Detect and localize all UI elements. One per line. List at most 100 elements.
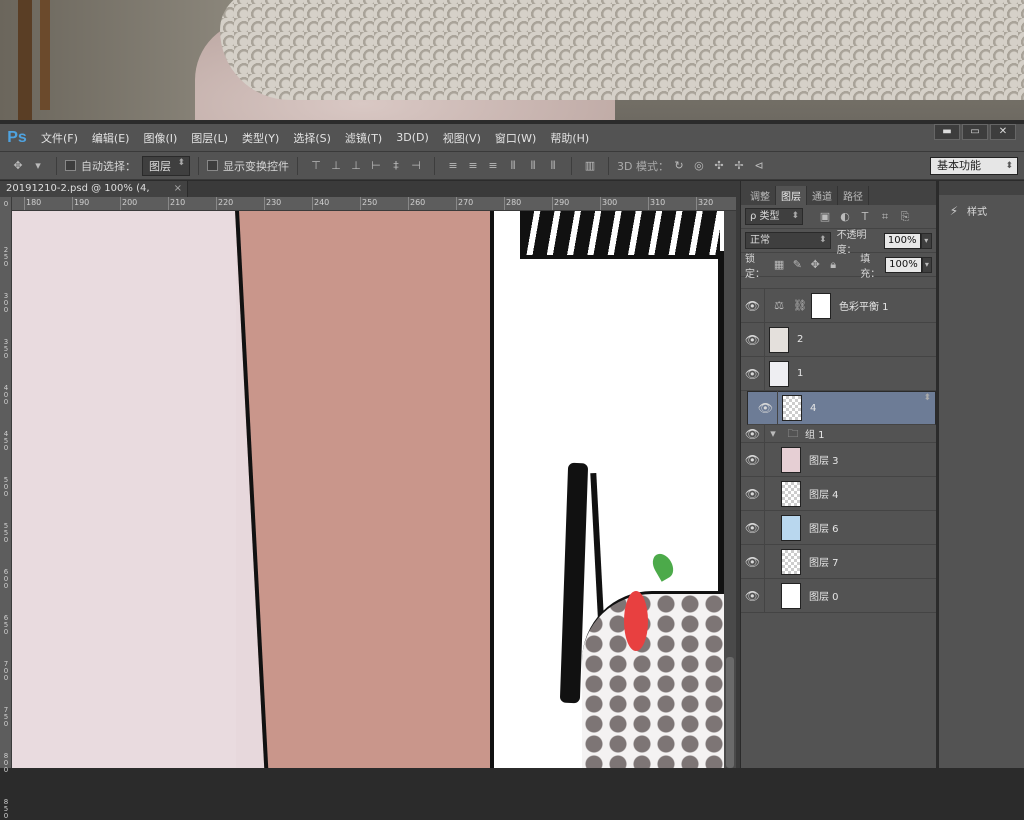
restore-button[interactable]: ▭ — [962, 124, 988, 140]
tab-layers[interactable]: 图层 — [776, 186, 807, 205]
tab-adjustments[interactable]: 调整 — [745, 186, 776, 205]
layer-name: 组 1 — [805, 430, 825, 441]
auto-select-label: 自动选择： — [81, 159, 136, 173]
visibility-eye-icon[interactable]: 👁︎ — [741, 476, 765, 511]
distribute-bottom-icon[interactable]: ≡ — [487, 159, 499, 172]
tab-paths[interactable]: 路径 — [838, 186, 869, 205]
visibility-eye-icon[interactable]: 👁︎ — [741, 424, 765, 443]
layer-thumbnail — [781, 480, 801, 507]
menu-file[interactable]: 文件(F) — [34, 130, 85, 146]
visibility-eye-icon[interactable]: 👁︎ — [741, 544, 765, 579]
filter-smart-object-icon[interactable]: ⎘ — [899, 210, 911, 223]
fill-input[interactable]: 100% — [885, 256, 922, 273]
show-transform-checkbox[interactable] — [207, 160, 218, 171]
distribute-hcenter-icon[interactable]: ⫴ — [527, 159, 539, 172]
layer-row-layer7[interactable]: 👁︎ 图层 7 — [741, 544, 936, 579]
layer-group-row[interactable]: 👁︎ ▾ 🗀 组 1 — [741, 424, 936, 443]
visibility-eye-icon[interactable]: 👁︎ — [741, 510, 765, 545]
roll-3d-icon[interactable]: ◎ — [693, 159, 705, 172]
visibility-eye-icon[interactable]: 👁︎ — [741, 356, 765, 391]
layer-row-layer4[interactable]: 👁︎ 图层 4 — [741, 476, 936, 511]
ruler-tick-label: 310 — [650, 198, 666, 207]
filter-pixel-icon[interactable]: ▣ — [819, 210, 831, 223]
blend-mode-dropdown[interactable]: 正常 — [745, 232, 831, 249]
layer-name: 1 — [797, 368, 804, 379]
menu-type[interactable]: 类型(Y) — [235, 130, 286, 146]
align-left-icon[interactable]: ⊢ — [370, 159, 382, 172]
scrollbar-thumb[interactable] — [726, 657, 734, 768]
layer-row-1[interactable]: 👁︎ 1 — [741, 356, 936, 391]
layer-row-layer3[interactable]: 👁︎ 图层 3 — [741, 442, 936, 477]
styles-button[interactable]: ⚡ 样式 — [947, 203, 1024, 219]
fill-stepper[interactable]: ▾ — [921, 256, 933, 273]
layer-row-color-balance[interactable]: 👁︎ ⚖ ⛓ 色彩平衡 1 — [741, 288, 936, 323]
drag-3d-icon[interactable]: ✣ — [713, 159, 725, 172]
auto-align-icon[interactable]: ▥ — [584, 159, 596, 172]
distribute-vcenter-icon[interactable]: ≡ — [467, 159, 479, 172]
show-transform-label: 显示变换控件 — [223, 159, 289, 173]
menu-help[interactable]: 帮助(H) — [543, 130, 596, 146]
visibility-eye-icon[interactable]: 👁︎ — [741, 288, 765, 323]
layer-name: 4 — [810, 402, 817, 414]
ruler-tick — [696, 197, 697, 210]
ruler-tick-label: 8 0 0 — [3, 752, 9, 774]
ruler-tick-label: 190 — [74, 198, 90, 207]
canvas-vertical-scrollbar[interactable] — [724, 211, 736, 768]
menu-edit[interactable]: 编辑(E) — [85, 130, 137, 146]
group-expand-chevron-icon[interactable]: ▾ — [767, 427, 779, 440]
lock-position-icon[interactable]: ✥ — [810, 258, 820, 271]
opacity-stepper[interactable]: ▾ — [920, 232, 932, 249]
menu-filter[interactable]: 滤镜(T) — [338, 130, 389, 146]
filter-shape-icon[interactable]: ⌗ — [879, 210, 891, 223]
distribute-right-icon[interactable]: ⫴ — [547, 159, 559, 172]
menu-select[interactable]: 选择(S) — [286, 130, 338, 146]
artwork-spotted-shape — [582, 591, 724, 768]
layer-row-2[interactable]: 👁︎ 2 — [741, 322, 936, 357]
distribute-left-icon[interactable]: ⫴ — [507, 159, 519, 172]
layer-row-4-selected[interactable]: 👁︎ 4 — [747, 391, 936, 425]
visibility-eye-icon[interactable]: 👁︎ — [741, 578, 765, 613]
workspace-dropdown[interactable]: 基本功能 — [930, 157, 1018, 175]
align-vcenter-icon[interactable]: ⊥ — [330, 159, 342, 172]
menu-layer[interactable]: 图层(L) — [184, 130, 235, 146]
align-top-icon[interactable]: ⊤ — [310, 159, 322, 172]
filter-adjustment-icon[interactable]: ◐ — [839, 210, 851, 223]
slide-3d-icon[interactable]: ✢ — [733, 159, 745, 172]
layer-row-layer6[interactable]: 👁︎ 图层 6 — [741, 510, 936, 545]
visibility-eye-icon[interactable]: 👁︎ — [741, 322, 765, 357]
lock-image-icon[interactable]: ✎ — [792, 258, 802, 271]
menu-bar: Ps 文件(F) 编辑(E) 图像(I) 图层(L) 类型(Y) 选择(S) 滤… — [0, 124, 1024, 152]
auto-select-dropdown[interactable]: 图层 — [142, 155, 190, 176]
visibility-eye-icon[interactable]: 👁︎ — [754, 391, 778, 425]
align-right-icon[interactable]: ⊣ — [410, 159, 422, 172]
lock-transparency-icon[interactable]: ▦ — [774, 258, 784, 271]
menu-view[interactable]: 视图(V) — [436, 130, 488, 146]
minimize-button[interactable]: ▬ — [934, 124, 960, 140]
ruler-tick-label: 230 — [266, 198, 282, 207]
tab-channels[interactable]: 通道 — [807, 186, 838, 205]
lock-all-icon[interactable]: 🔒︎ — [828, 258, 838, 271]
document-tab[interactable]: 20191210-2.psd @ 100% (4, RGB/8) × — [0, 181, 188, 210]
document-close-icon[interactable]: × — [174, 181, 182, 197]
document-canvas[interactable] — [12, 211, 724, 768]
move-tool-icon[interactable]: ✥ — [12, 159, 24, 172]
layer-filter-dropdown[interactable]: ρ 类型 — [745, 208, 803, 225]
divider — [608, 156, 609, 175]
align-bottom-icon[interactable]: ⊥ — [350, 159, 362, 172]
distribute-top-icon[interactable]: ≡ — [447, 159, 459, 172]
orbit-3d-icon[interactable]: ↻ — [673, 159, 685, 172]
layer-row-layer0[interactable]: 👁︎ 图层 0 — [741, 578, 936, 613]
menu-window[interactable]: 窗口(W) — [488, 130, 543, 146]
scale-3d-icon[interactable]: ⊲ — [753, 159, 765, 172]
align-hcenter-icon[interactable]: ‡ — [390, 159, 402, 172]
visibility-eye-icon[interactable]: 👁︎ — [741, 442, 765, 477]
tool-preset-chevron-icon[interactable]: ▾ — [32, 159, 44, 172]
menu-3d[interactable]: 3D(D) — [389, 131, 436, 144]
close-button[interactable]: ✕ — [990, 124, 1016, 140]
styles-icon: ⚡ — [949, 203, 959, 218]
opacity-input[interactable]: 100% — [883, 232, 921, 249]
ruler-tick-label: 7 0 0 — [3, 660, 9, 682]
auto-select-checkbox[interactable] — [65, 160, 76, 171]
menu-image[interactable]: 图像(I) — [136, 130, 184, 146]
filter-type-icon[interactable]: T — [859, 210, 871, 223]
